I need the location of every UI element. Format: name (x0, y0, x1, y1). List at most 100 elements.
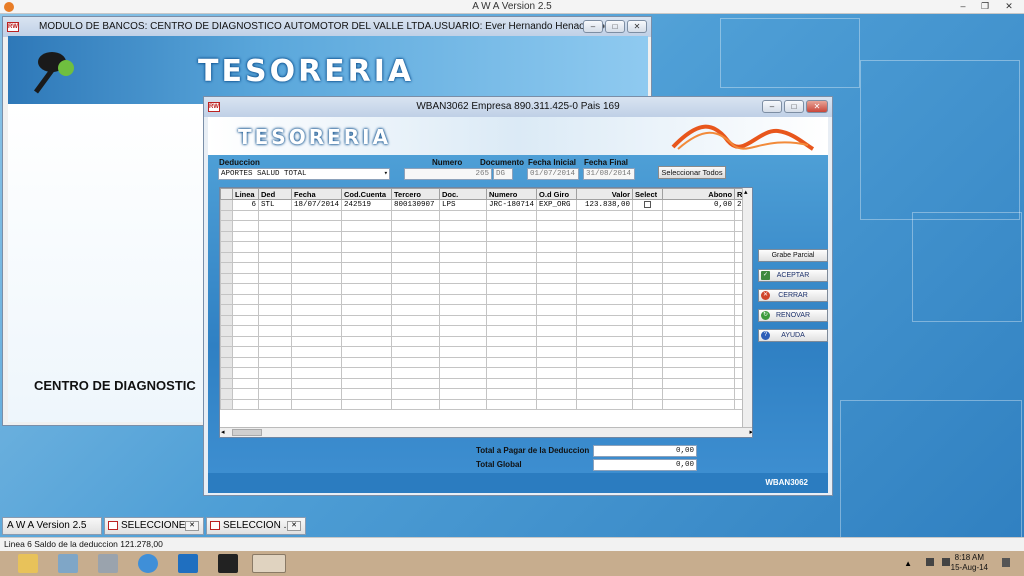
grid-cell[interactable] (486, 262, 538, 274)
horizontal-scrollbar[interactable]: ◂ ▸ (220, 427, 752, 437)
grid-cell[interactable] (341, 367, 393, 379)
grid-cell[interactable] (576, 314, 634, 326)
aceptar-button[interactable]: ✓ ACEPTAR (758, 269, 828, 282)
grid-cell[interactable] (486, 241, 538, 253)
grid-cell[interactable] (439, 335, 488, 347)
grid-cell[interactable] (536, 346, 578, 358)
grid-cell[interactable] (536, 304, 578, 316)
column-header[interactable]: Select (632, 188, 664, 200)
grid-cell[interactable] (662, 262, 736, 274)
grid-cell[interactable] (536, 293, 578, 305)
grid-cell[interactable] (290, 346, 343, 358)
clock[interactable]: 8:18 AM 15-Aug-14 (951, 553, 988, 573)
grid-cell[interactable] (258, 209, 292, 221)
grid-cell[interactable] (662, 325, 736, 337)
grid-cell[interactable] (232, 251, 259, 263)
grid-cell[interactable] (486, 388, 538, 400)
grid-cell[interactable] (632, 251, 664, 263)
grid-cell[interactable] (439, 220, 488, 232)
grid-cell[interactable] (258, 304, 292, 316)
minimize-button[interactable]: – (583, 20, 603, 33)
grid-cell[interactable] (486, 272, 538, 284)
grid-cell[interactable] (486, 398, 538, 410)
grid-cell[interactable] (536, 241, 578, 253)
table-row[interactable]: 6 STL 18/07/2014 242519 800130907 LPS JR… (220, 199, 750, 211)
grid-cell[interactable] (576, 398, 634, 410)
scroll-right-icon[interactable]: ▸ (749, 428, 752, 436)
grid-cell[interactable] (439, 377, 488, 389)
grid-cell[interactable] (632, 325, 664, 337)
grid-cell[interactable] (258, 262, 292, 274)
grid-cell[interactable] (258, 335, 292, 347)
grid-cell[interactable] (439, 314, 488, 326)
grid-cell[interactable] (439, 283, 488, 295)
grid-cell[interactable] (576, 209, 634, 221)
grid-cell[interactable] (536, 230, 578, 242)
grid-cell[interactable] (290, 356, 343, 368)
tab-seleccione[interactable]: SELECCIONE... ✕ (104, 517, 204, 535)
grid-cell[interactable] (662, 272, 736, 284)
grid-cell[interactable] (341, 241, 393, 253)
grid-cell[interactable] (439, 367, 488, 379)
column-header[interactable]: Fecha (290, 188, 343, 200)
table-row[interactable] (220, 209, 750, 221)
grid-cell[interactable] (536, 283, 578, 295)
grid-cell[interactable] (576, 251, 634, 263)
grid-cell[interactable] (391, 283, 441, 295)
grid-cell[interactable] (439, 262, 488, 274)
grid-cell[interactable] (439, 272, 488, 284)
grid-cell[interactable] (662, 283, 736, 295)
grid-cell[interactable] (290, 377, 343, 389)
grid-cell[interactable] (632, 209, 664, 221)
grid-cell[interactable] (536, 356, 578, 368)
maximize-button[interactable]: □ (784, 100, 804, 113)
grid-cell[interactable] (486, 230, 538, 242)
grid-cell[interactable] (391, 272, 441, 284)
grid-cell[interactable] (536, 367, 578, 379)
internet-explorer-icon[interactable] (138, 554, 158, 573)
grid-cell[interactable] (391, 314, 441, 326)
grid-cell[interactable] (341, 335, 393, 347)
grid-cell[interactable] (576, 272, 634, 284)
table-row[interactable] (220, 388, 750, 400)
grid-cell[interactable] (486, 377, 538, 389)
grid-cell[interactable] (290, 367, 343, 379)
grid-cell[interactable] (632, 262, 664, 274)
minimize-button[interactable]: – (762, 100, 782, 113)
grid-cell[interactable] (632, 377, 664, 389)
grid-cell[interactable] (232, 230, 259, 242)
ayuda-button[interactable]: ? AYUDA (758, 329, 828, 342)
grid-cell[interactable] (632, 335, 664, 347)
table-row[interactable] (220, 346, 750, 358)
grid-cell[interactable] (632, 241, 664, 253)
grid-cell[interactable] (662, 220, 736, 232)
table-row[interactable] (220, 325, 750, 337)
column-header[interactable]: Ded (258, 188, 292, 200)
grid-cell[interactable] (290, 304, 343, 316)
grid-cell[interactable] (662, 241, 736, 253)
grid-cell[interactable] (632, 356, 664, 368)
close-button[interactable]: ✕ (806, 100, 828, 113)
grid-cell[interactable] (341, 293, 393, 305)
grid-cell[interactable] (662, 314, 736, 326)
grid-cell[interactable] (576, 283, 634, 295)
cell-doc[interactable]: LPS (439, 199, 488, 211)
grid-cell[interactable] (258, 325, 292, 337)
grid-cell[interactable] (662, 377, 736, 389)
grid-cell[interactable] (258, 346, 292, 358)
grid-cell[interactable] (232, 346, 259, 358)
grid-cell[interactable] (290, 325, 343, 337)
grid-cell[interactable] (391, 293, 441, 305)
table-row[interactable] (220, 220, 750, 232)
grid-cell[interactable] (341, 230, 393, 242)
grid-cell[interactable] (486, 304, 538, 316)
deduccion-select[interactable]: APORTES SALUD TOTAL ▾ (218, 168, 390, 180)
grid-cell[interactable] (258, 367, 292, 379)
grid-cell[interactable] (632, 398, 664, 410)
grid-cell[interactable] (439, 346, 488, 358)
grid-cell[interactable] (486, 325, 538, 337)
table-row[interactable] (220, 283, 750, 295)
grid-cell[interactable] (341, 251, 393, 263)
grid-cell[interactable] (536, 377, 578, 389)
grid-cell[interactable] (258, 314, 292, 326)
